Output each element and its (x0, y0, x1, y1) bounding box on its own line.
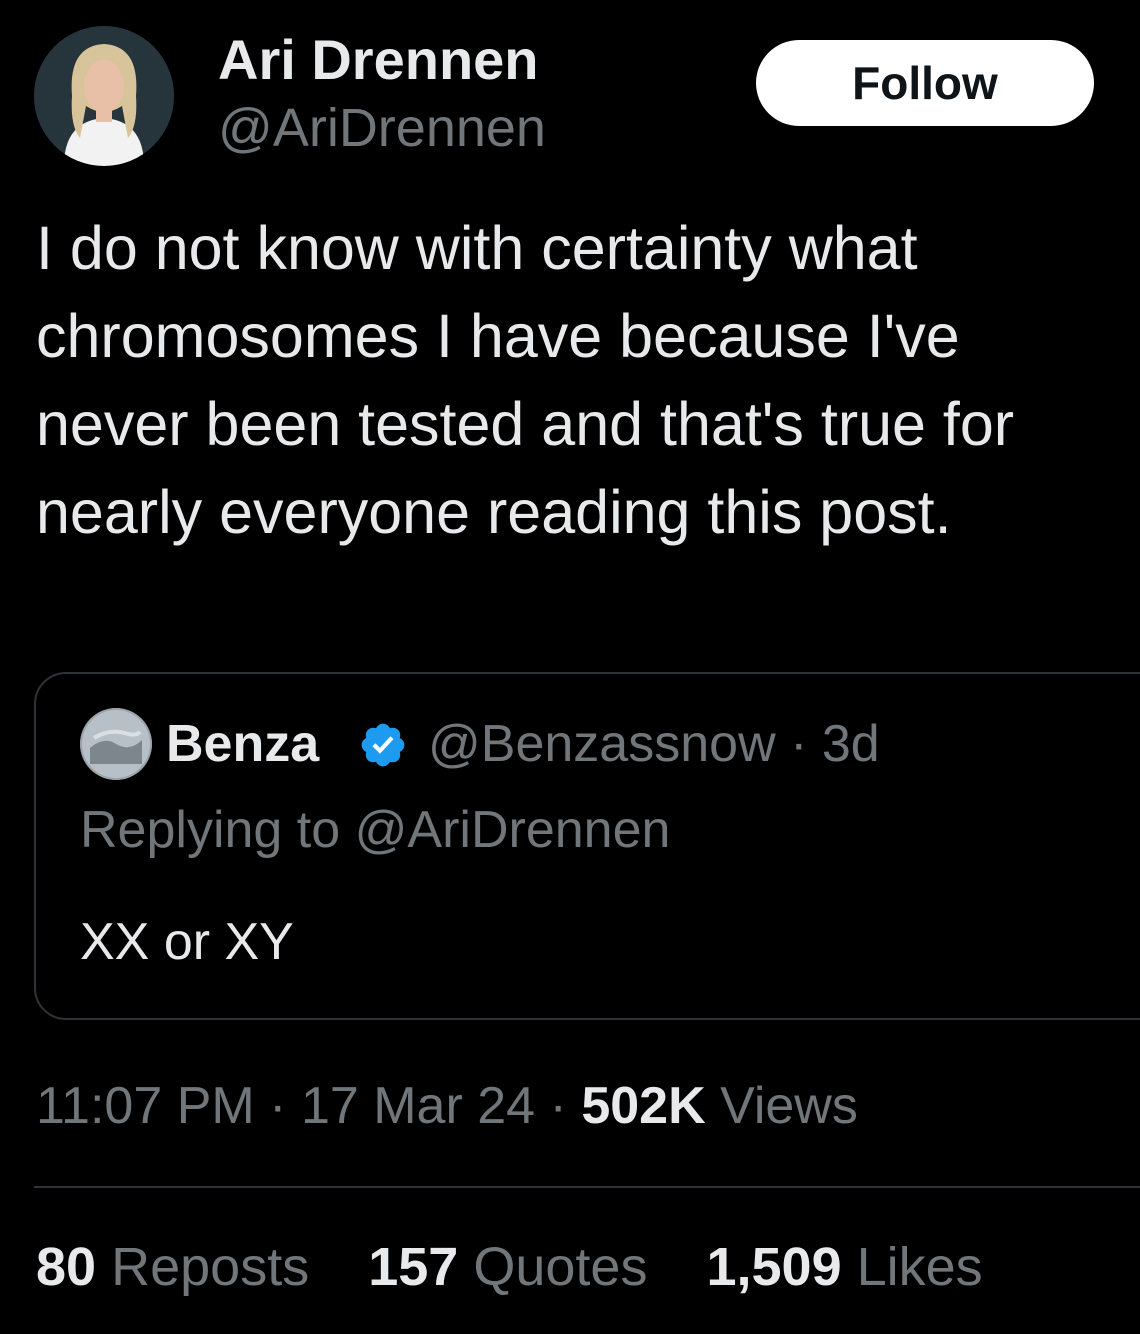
tweet-time[interactable]: 11:07 PM (36, 1077, 255, 1135)
quoted-author-name: Benza (166, 715, 320, 773)
quoted-author-avatar (80, 708, 152, 780)
author-avatar[interactable] (34, 26, 174, 166)
tweet-meta: 11:07 PM · 17 Mar 24 · 502K Views (36, 1074, 858, 1138)
likes-count: 1,509 (706, 1237, 842, 1297)
quoted-tweet-text: XX or XY (80, 913, 294, 971)
tweet-date[interactable]: 17 Mar 24 (301, 1077, 535, 1135)
quoted-replying-to: Replying to @AriDrennen (80, 798, 670, 862)
engagement-stats: 80 Reposts 157 Quotes 1,509 Likes (36, 1234, 1027, 1300)
follow-button[interactable]: Follow (756, 40, 1094, 126)
tweet-header: Ari Drennen @AriDrennen Follow (34, 26, 1106, 166)
views-count: 502K (581, 1077, 706, 1135)
meta-separator: · (549, 1077, 567, 1135)
quoted-tweet-card[interactable]: Benza @Benzassnow · 3d Replying to @AriD… (34, 672, 1140, 1020)
author-display-name[interactable]: Ari Drennen (218, 28, 539, 92)
quotes-stat[interactable]: 157 Quotes (368, 1234, 647, 1300)
reposts-count: 80 (36, 1237, 97, 1297)
quotes-label: Quotes (473, 1237, 648, 1297)
quotes-count: 157 (368, 1237, 459, 1297)
author-handle[interactable]: @AriDrennen (218, 96, 546, 160)
views-label: Views (720, 1077, 858, 1135)
replying-to-prefix: Replying to (80, 801, 341, 859)
verified-badge-icon (358, 720, 408, 770)
quoted-separator: · (790, 715, 808, 773)
reposts-stat[interactable]: 80 Reposts (36, 1234, 309, 1300)
tweet-text: I do not know with certainty what chromo… (36, 214, 1015, 546)
quoted-age: 3d (821, 715, 880, 773)
likes-label: Likes (856, 1237, 983, 1297)
divider (34, 1186, 1140, 1188)
quoted-handle: @Benzassnow (428, 715, 776, 773)
likes-stat[interactable]: 1,509 Likes (706, 1234, 982, 1300)
meta-separator: · (269, 1077, 287, 1135)
quoted-meta: @Benzassnow · 3d (428, 712, 880, 776)
reposts-label: Reposts (111, 1237, 310, 1297)
replying-to-handle[interactable]: @AriDrennen (355, 801, 671, 859)
